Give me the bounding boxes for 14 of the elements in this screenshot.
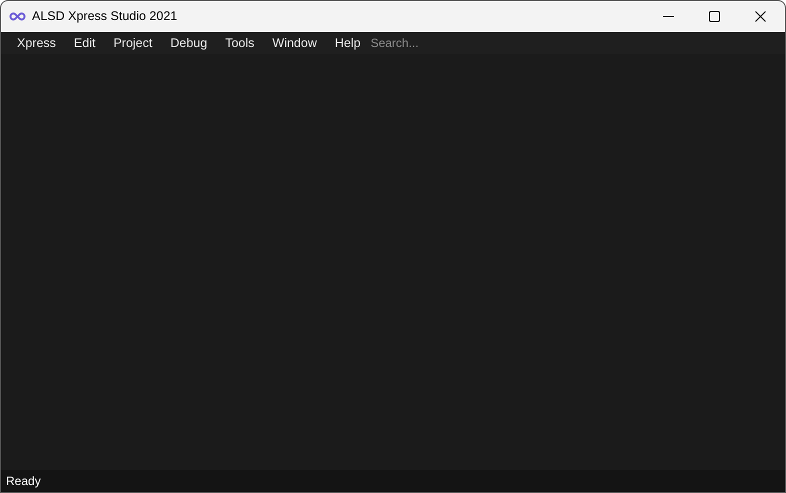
menu-item[interactable]: Edit [64,34,104,52]
infinity-logo-icon [9,12,26,21]
menu-item[interactable]: Debug [161,34,216,52]
close-icon [754,11,766,22]
menu-item[interactable]: Tools [216,34,264,52]
maximize-icon [708,11,720,22]
menu-item[interactable]: Xpress [8,34,65,52]
status-text: Ready [6,473,41,490]
search-field[interactable]: Search... [370,34,491,52]
menu-item[interactable]: Window [263,34,326,52]
menu-item[interactable]: Help [326,34,370,52]
window-title: ALSD Xpress Studio 2021 [32,8,178,26]
menu-item[interactable]: Project [104,34,162,52]
minimize-icon [662,16,674,18]
